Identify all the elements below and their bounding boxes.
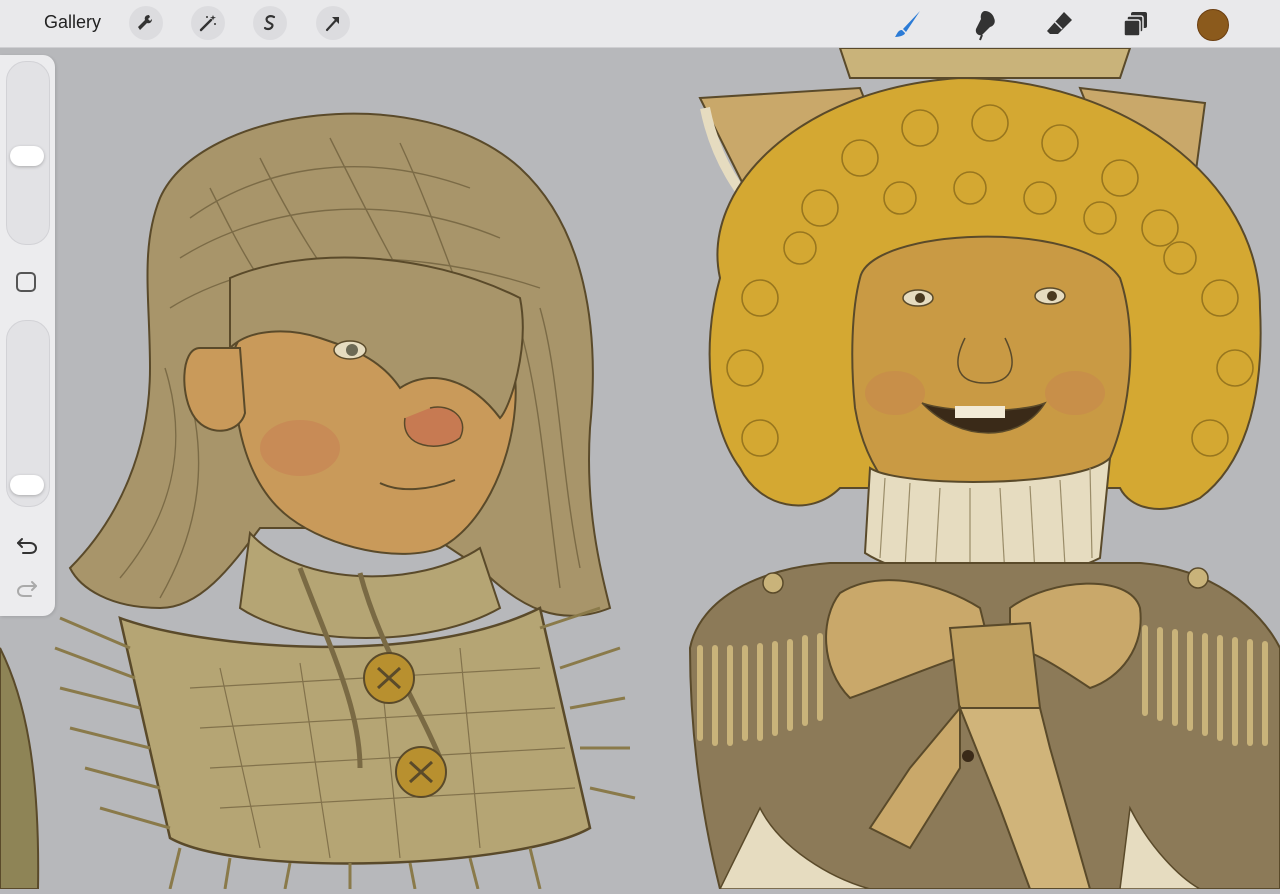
top-toolbar: Gallery [0, 0, 1280, 48]
opacity-slider-thumb[interactable] [10, 475, 44, 496]
eraser-icon [1047, 12, 1072, 34]
layers-tool[interactable] [1118, 6, 1154, 42]
undo-icon [17, 538, 38, 554]
transform-arrow-icon [325, 16, 340, 32]
brush-size-slider-thumb[interactable] [10, 146, 44, 167]
actions-button[interactable] [129, 6, 163, 40]
brush-sidebar [0, 55, 55, 616]
undo-button[interactable] [14, 532, 40, 556]
left-partial-figure [0, 647, 40, 890]
color-picker-swatch[interactable] [1197, 9, 1229, 41]
wrench-icon [138, 15, 152, 30]
modify-button[interactable] [16, 272, 36, 292]
magic-wand-icon [199, 15, 216, 32]
selection-s-icon [263, 15, 276, 31]
opacity-slider[interactable] [6, 320, 50, 507]
brush-size-slider[interactable] [6, 61, 50, 245]
brush-icon [895, 11, 920, 37]
transform-button[interactable] [316, 6, 350, 40]
drawing-canvas[interactable] [0, 47, 1280, 890]
smudge-icon [975, 11, 995, 41]
redo-button[interactable] [14, 575, 40, 599]
eraser-tool[interactable] [1042, 6, 1078, 42]
adjustments-button[interactable] [191, 6, 225, 40]
redo-icon [16, 581, 37, 597]
smudge-tool[interactable] [967, 6, 1003, 42]
brush-tool[interactable] [890, 6, 926, 42]
layers-icon [1123, 12, 1147, 37]
selection-button[interactable] [253, 6, 287, 40]
artwork [0, 47, 1280, 890]
gallery-button[interactable]: Gallery [44, 12, 101, 33]
